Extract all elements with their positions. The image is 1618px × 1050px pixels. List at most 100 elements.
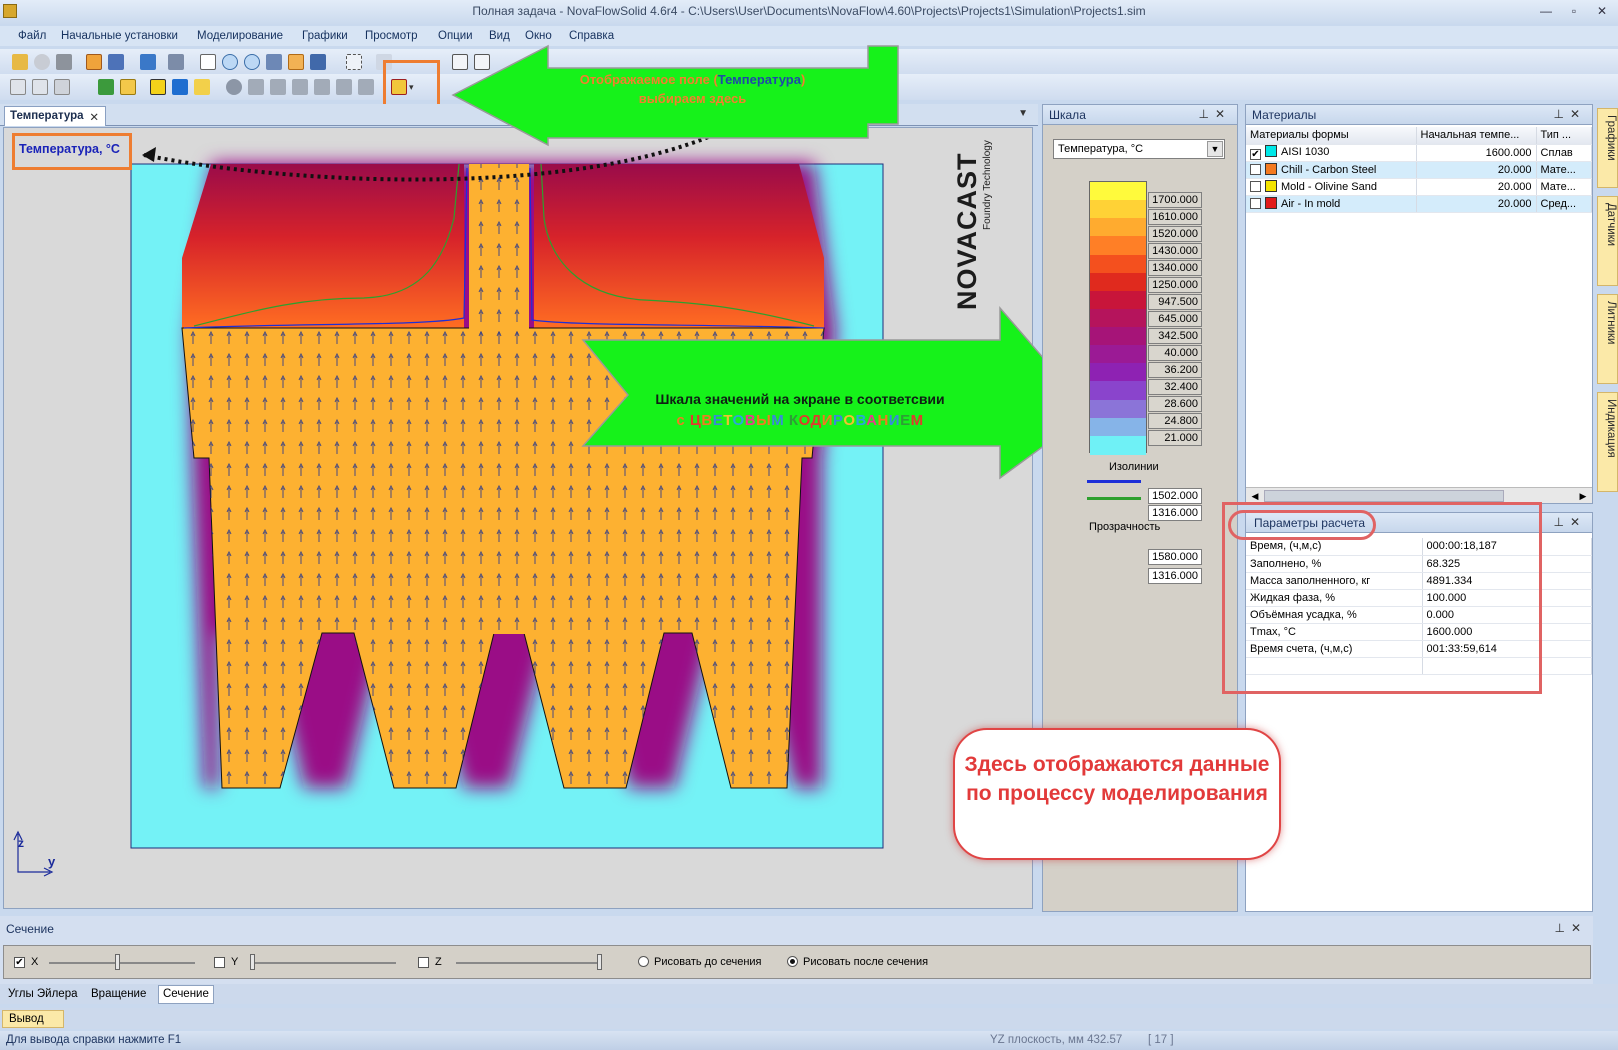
side-tab-gates[interactable]: Литники [1597, 294, 1618, 384]
side-tab-indication[interactable]: Индикация [1597, 392, 1618, 492]
panel-pin-close-icons[interactable]: ⊥✕ [1198, 107, 1231, 121]
grid-highlight-icon[interactable] [120, 79, 136, 95]
print-icon[interactable] [56, 54, 72, 70]
disc-icon[interactable] [34, 54, 50, 70]
open-icon[interactable] [12, 54, 28, 70]
cube-2-icon[interactable] [270, 79, 286, 95]
simulation-viewport[interactable]: Температура, °C NOVACAST Foundry Technol… [3, 96, 1033, 909]
menu-options[interactable]: Опции [438, 30, 473, 42]
mid-arrow-text-line2: с ЦВЕТОВЫМ КОДИРОВАНИЕМ [610, 412, 990, 429]
sphere-icon[interactable] [226, 79, 242, 95]
rotate-icon[interactable] [288, 54, 304, 70]
horizontal-scrollbar[interactable]: ◀ ▶ [1246, 487, 1592, 503]
grid-icon[interactable] [98, 79, 114, 95]
material-checkbox[interactable] [1250, 164, 1261, 175]
z-slider-thumb[interactable] [597, 954, 602, 970]
x-slider-thumb[interactable] [115, 954, 121, 970]
chevron-down-icon[interactable]: ▾ [409, 79, 417, 95]
chevron-down-icon[interactable]: ▼ [1207, 141, 1223, 157]
isoline-value-1[interactable]: 1316.000 [1148, 505, 1202, 521]
tab-section[interactable]: Сечение [158, 985, 214, 1004]
zoom-in-icon[interactable] [222, 54, 238, 70]
scale-panel-title: Шкала [1049, 108, 1086, 122]
col-mold-materials[interactable]: Материалы формы [1246, 127, 1417, 145]
window-icon[interactable] [452, 54, 468, 70]
z-slider-track[interactable] [456, 962, 602, 964]
side-tab-sensors[interactable]: Датчики [1597, 196, 1618, 286]
menu-window[interactable]: Окно [525, 30, 552, 42]
material-temp[interactable]: 1600.000 [1416, 144, 1537, 162]
field-dropdown[interactable]: Температура, °C ▼ [1053, 139, 1225, 159]
y-checkbox[interactable] [214, 957, 225, 968]
material-row[interactable]: Air - In mold 20.000 Сред... [1246, 195, 1592, 213]
menu-view[interactable]: Просмотр [365, 30, 418, 42]
material-checkbox[interactable] [1250, 181, 1261, 192]
material-row[interactable]: ✔ AISI 1030 1600.000 Сплав [1246, 144, 1592, 162]
tab-temperature[interactable]: Температура ✕ [4, 106, 106, 126]
radio-before[interactable] [638, 956, 649, 967]
x-checkbox[interactable]: ✔ [14, 957, 25, 968]
field-select-icon[interactable] [391, 79, 407, 95]
panel-pin-close-icons[interactable]: ⊥✕ [1553, 515, 1586, 529]
radio-after[interactable] [787, 956, 798, 967]
panel-pin-close-icons[interactable]: ⊥✕ [1553, 107, 1586, 121]
transparency-value-0[interactable]: 1580.000 [1148, 549, 1202, 565]
material-temp[interactable]: 20.000 [1416, 178, 1537, 196]
isoline-value-0[interactable]: 1502.000 [1148, 488, 1202, 504]
close-button[interactable]: ✕ [1591, 2, 1613, 20]
cube-6-icon[interactable] [358, 79, 374, 95]
transparency-value-1[interactable]: 1316.000 [1148, 568, 1202, 584]
col-type[interactable]: Тип ... [1536, 127, 1592, 145]
tab-rotation[interactable]: Вращение [91, 988, 146, 1000]
edit-icon[interactable] [32, 79, 48, 95]
material-row[interactable]: Mold - Olivine Sand 20.000 Мате... [1246, 178, 1592, 196]
magnifier-icon[interactable] [376, 54, 392, 70]
select-box-icon[interactable] [346, 54, 362, 70]
hourglass-icon[interactable] [86, 54, 102, 70]
menu-graphs[interactable]: Графики [302, 30, 348, 42]
pointer-icon[interactable] [200, 54, 216, 70]
chart-icon[interactable] [140, 54, 156, 70]
y-slider-track[interactable] [250, 962, 396, 964]
fill-icon[interactable] [150, 79, 166, 95]
material-temp[interactable]: 20.000 [1416, 195, 1537, 213]
cube-1-icon[interactable] [248, 79, 264, 95]
tab-output[interactable]: Вывод [2, 1010, 64, 1028]
menu-vid[interactable]: Вид [489, 30, 510, 42]
maximize-button[interactable]: ▫ [1563, 2, 1585, 20]
pan-icon[interactable] [266, 54, 282, 70]
close-icon[interactable]: ✕ [89, 110, 99, 124]
side-tab-graphs[interactable]: Графики [1597, 108, 1618, 188]
tab-euler-angles[interactable]: Углы Эйлера [8, 988, 78, 1000]
material-row[interactable]: Chill - Carbon Steel 20.000 Мате... [1246, 161, 1592, 179]
list-icon[interactable] [108, 54, 124, 70]
zoom-out-icon[interactable] [244, 54, 260, 70]
settings-list-icon[interactable] [168, 54, 184, 70]
layout-icon[interactable] [474, 54, 490, 70]
minimize-button[interactable]: — [1535, 2, 1557, 20]
scroll-right-icon[interactable]: ▶ [1576, 489, 1590, 503]
menu-help[interactable]: Справка [569, 30, 614, 42]
scrollbar-thumb[interactable] [1264, 490, 1504, 502]
x-slider-track[interactable] [49, 962, 195, 964]
mesh-icon[interactable] [310, 54, 326, 70]
cube-3-icon[interactable] [292, 79, 308, 95]
y-slider-thumb[interactable] [250, 954, 255, 970]
tabstrip-dropdown-icon[interactable]: ▼ [1018, 108, 1028, 119]
menu-modeling[interactable]: Моделирование [197, 30, 283, 42]
menu-initial-settings[interactable]: Начальные установки [61, 30, 178, 42]
color-icon[interactable] [194, 79, 210, 95]
z-checkbox[interactable] [418, 957, 429, 968]
panel-pin-close-icons[interactable]: ⊥✕ [1554, 921, 1587, 935]
cube-4-icon[interactable] [314, 79, 330, 95]
layers-icon[interactable] [172, 79, 188, 95]
material-checkbox[interactable] [1250, 198, 1261, 209]
material-checkbox[interactable]: ✔ [1250, 149, 1261, 160]
col-initial-temp[interactable]: Начальная темпе... [1416, 127, 1537, 145]
material-temp[interactable]: 20.000 [1416, 161, 1537, 179]
scroll-left-icon[interactable]: ◀ [1248, 489, 1262, 503]
pencil-icon[interactable] [10, 79, 26, 95]
eraser-icon[interactable] [54, 79, 70, 95]
menu-file[interactable]: Файл [18, 30, 46, 42]
cube-5-icon[interactable] [336, 79, 352, 95]
